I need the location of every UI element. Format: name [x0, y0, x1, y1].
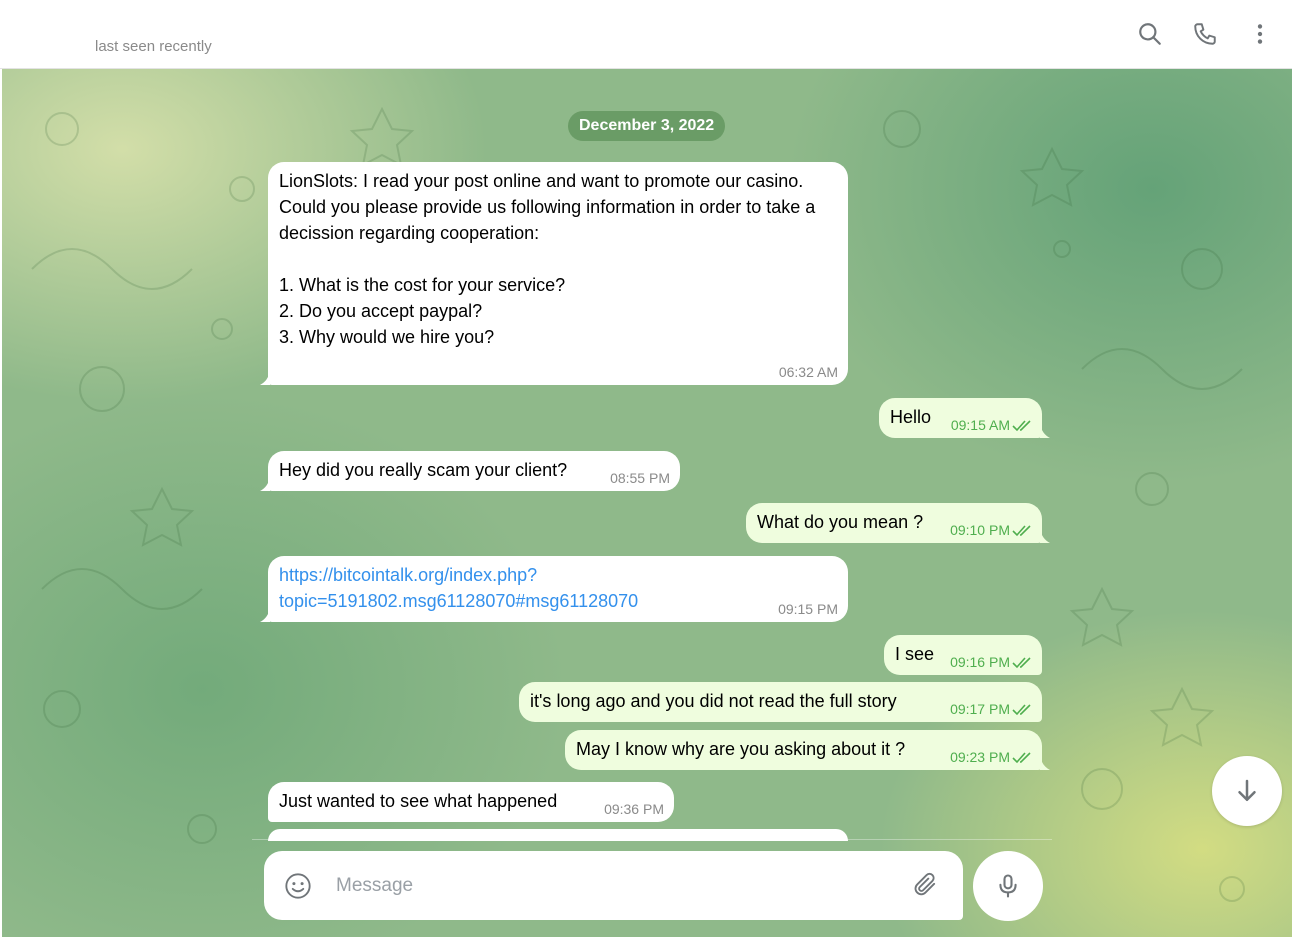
chat-background: December 3, 2022 LionSlots: I read your … — [2, 69, 1292, 937]
message-status: 09:10 PM — [950, 522, 1032, 538]
double-check-icon — [1012, 420, 1031, 432]
emoji-button[interactable] — [284, 872, 312, 905]
message-time: 09:16 PM — [950, 654, 1010, 670]
phone-icon — [1194, 23, 1216, 45]
message-time: 09:15 PM — [778, 601, 838, 617]
search-icon — [1139, 23, 1161, 45]
message-incoming[interactable]: LionSlots: I read your post online and w… — [260, 162, 848, 385]
message-outgoing[interactable]: What do you mean ? 09:10 PM — [746, 503, 1050, 543]
message-incoming[interactable]: Hey did you really scam your client? 08:… — [260, 451, 680, 491]
double-check-icon — [1012, 704, 1031, 716]
message-time: 09:36 PM — [604, 801, 664, 817]
message-status: 09:16 PM — [950, 654, 1032, 670]
message-time: 09:15 AM — [950, 417, 1010, 433]
double-check-icon — [1012, 657, 1031, 669]
message-time: 09:10 PM — [950, 522, 1010, 538]
double-check-icon — [1012, 525, 1031, 537]
bubble-tail — [260, 608, 270, 622]
message-time: 06:32 AM — [778, 364, 838, 380]
message-input[interactable] — [334, 869, 898, 903]
arrow-down-icon — [1238, 779, 1256, 801]
emoji-icon — [285, 873, 311, 899]
peer-status: last seen recently — [95, 38, 212, 55]
more-button[interactable] — [1240, 14, 1280, 54]
message-outgoing[interactable]: it's long ago and you did not read the f… — [519, 682, 1042, 722]
search-button[interactable] — [1130, 14, 1170, 54]
message-text: LionSlots: I read your post online and w… — [279, 171, 816, 347]
call-button[interactable] — [1185, 14, 1225, 54]
bubble-tail — [260, 371, 270, 385]
message-status: 09:15 AM — [951, 417, 1032, 433]
date-separator: December 3, 2022 — [568, 111, 726, 141]
double-check-icon — [1012, 752, 1031, 764]
message-incoming[interactable]: https://bitcointalk.org/index.php? topic… — [260, 556, 848, 622]
attach-icon — [914, 872, 936, 896]
message-time: 08:55 PM — [610, 470, 670, 486]
message-outgoing[interactable]: Hello 09:15 AM — [879, 398, 1050, 438]
bubble-tail — [1040, 529, 1050, 543]
bubble-tail — [260, 477, 270, 491]
mic-icon — [999, 874, 1017, 898]
more-vertical-icon — [1257, 24, 1263, 44]
message-outgoing[interactable]: May I know why are you asking about it ?… — [565, 730, 1050, 770]
message-composer — [264, 851, 963, 920]
bubble-tail — [1040, 756, 1050, 770]
composer-divider — [252, 839, 1052, 840]
attach-button[interactable] — [912, 871, 940, 904]
message-incoming[interactable]: Just wanted to see what happened 09:36 P… — [268, 782, 674, 822]
bubble-tail — [1040, 424, 1050, 438]
scroll-to-bottom-button[interactable] — [1212, 756, 1282, 826]
message-status: 09:23 PM — [950, 749, 1032, 765]
message-status: 09:17 PM — [950, 701, 1032, 717]
voice-record-button[interactable] — [973, 851, 1043, 921]
chat-header: last seen recently — [0, 0, 1292, 69]
message-outgoing[interactable]: I see 09:16 PM — [884, 635, 1042, 675]
message-link[interactable]: https://bitcointalk.org/index.php? topic… — [279, 562, 838, 614]
message-time: 09:17 PM — [950, 701, 1010, 717]
message-time: 09:23 PM — [950, 749, 1010, 765]
